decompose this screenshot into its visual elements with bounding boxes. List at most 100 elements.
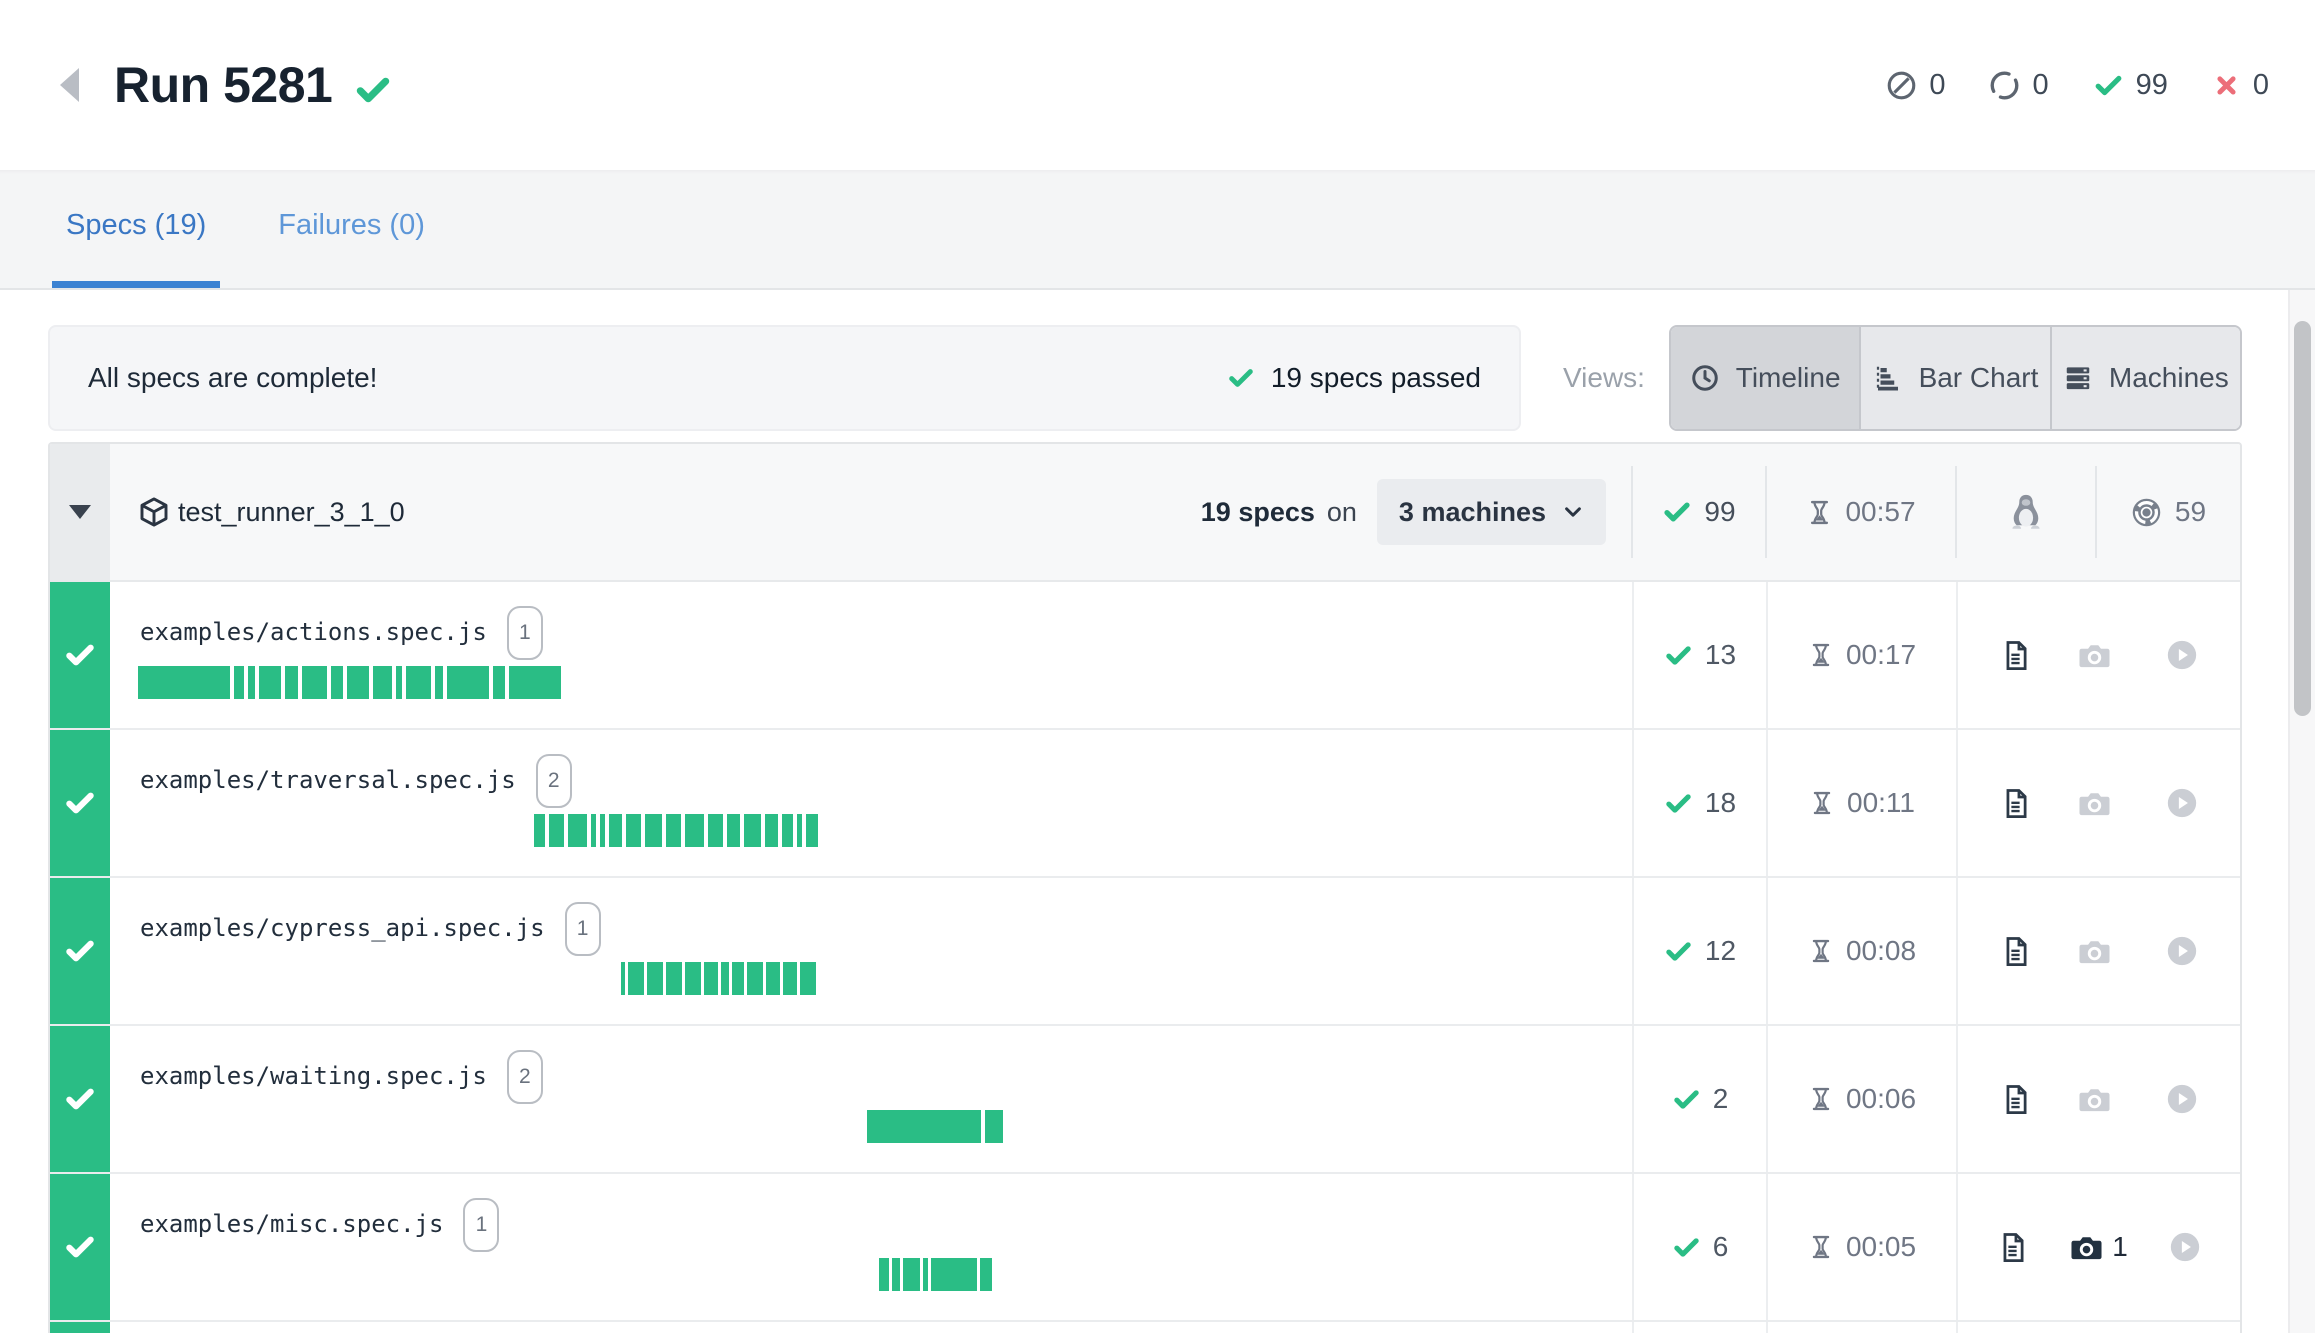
slash-circle-icon (1886, 70, 1917, 101)
screenshots-camera-icon[interactable] (2077, 934, 2120, 969)
run-header: Run 5281 0 0 99 0 (0, 0, 2315, 170)
spec-row-partial (50, 1322, 2240, 1333)
check-icon (1664, 937, 1693, 966)
spec-duration: 00:06 (1846, 1083, 1916, 1115)
hourglass-icon (1808, 938, 1834, 964)
screenshot-count: 1 (2112, 1231, 2128, 1263)
screenshots-camera-icon[interactable]: 1 (2069, 1230, 2128, 1265)
run-passed-check-icon (354, 71, 392, 109)
tab-failures-label: Failures (0) (278, 209, 425, 242)
machines-view-button[interactable]: Machines (2050, 327, 2240, 429)
timeline-view-button[interactable]: Timeline (1671, 327, 1859, 429)
group-name: test_runner_3_1_0 (178, 497, 405, 528)
tab-specs-label: Specs (19) (66, 209, 206, 242)
spec-duration-cell: 00:06 (1766, 1026, 1956, 1172)
spec-passed-gutter (50, 1026, 110, 1172)
video-play-icon[interactable] (2165, 786, 2199, 820)
video-play-icon[interactable] (2168, 1230, 2202, 1264)
spec-artifacts-cell (1956, 878, 2240, 1024)
bar-chart-icon (1873, 363, 1903, 393)
spec-machine-badge: 1 (565, 902, 601, 956)
package-cube-icon (138, 496, 170, 528)
spec-cell: examples/traversal.spec.js 2 (110, 730, 1632, 876)
spec-row[interactable]: examples/misc.spec.js 1 6 00:05 1 (50, 1174, 2240, 1322)
bar-chart-view-label: Bar Chart (1919, 362, 2039, 394)
spec-duration-cell: 00:05 (1766, 1174, 1956, 1320)
spec-timeline-bars (534, 814, 822, 847)
tab-bar: Specs (19) Failures (0) (0, 170, 2315, 290)
specs-table: test_runner_3_1_0 19 specs on 3 machines (48, 442, 2242, 1333)
spec-duration-cell: 00:11 (1766, 730, 1956, 876)
spec-passed-cell: 13 (1632, 582, 1766, 728)
spec-row[interactable]: examples/cypress_api.spec.js 1 12 00:08 (50, 878, 2240, 1026)
stdout-doc-icon[interactable] (1999, 935, 2032, 968)
tab-specs[interactable]: Specs (19) (52, 170, 220, 288)
spec-passed-cell: 2 (1632, 1026, 1766, 1172)
group-passed-count: 99 (1704, 496, 1735, 528)
machines-icon (2063, 363, 2093, 393)
vertical-scrollbar-thumb[interactable] (2294, 321, 2311, 716)
spec-filename: examples/traversal.spec.js (140, 754, 516, 806)
spec-cell: examples/cypress_api.spec.js 1 (110, 878, 1632, 1024)
machines-dropdown[interactable]: 3 machines (1377, 479, 1606, 545)
spec-artifacts-cell (1956, 1026, 2240, 1172)
check-icon (64, 935, 96, 967)
check-icon (1664, 641, 1693, 670)
hourglass-icon (1808, 642, 1834, 668)
back-button[interactable] (60, 68, 86, 102)
spec-machine-badge: 1 (507, 606, 543, 660)
bar-chart-view-button[interactable]: Bar Chart (1859, 327, 2049, 429)
hourglass-icon (1808, 1086, 1834, 1112)
spec-passed-cell: 6 (1632, 1174, 1766, 1320)
video-play-icon[interactable] (2165, 934, 2199, 968)
tab-failures[interactable]: Failures (0) (264, 170, 439, 288)
check-icon (1664, 789, 1693, 818)
spec-artifacts-cell (1956, 730, 2240, 876)
spec-row[interactable]: examples/waiting.spec.js 2 2 00:06 (50, 1026, 2240, 1174)
stdout-doc-icon[interactable] (1996, 1231, 2029, 1264)
screenshots-camera-icon[interactable] (2077, 638, 2120, 673)
spec-machine-badge: 2 (536, 754, 572, 808)
stat-skipped-value: 0 (1929, 69, 1945, 102)
passed-summary-text: 19 specs passed (1271, 362, 1481, 394)
hourglass-icon (1808, 1234, 1834, 1260)
check-icon (1672, 1233, 1701, 1262)
group-specs-count: 19 specs (1201, 497, 1315, 528)
clock-icon (1690, 363, 1720, 393)
screenshots-camera-icon[interactable] (2077, 786, 2120, 821)
spec-cell: examples/waiting.spec.js 2 (110, 1026, 1632, 1172)
stdout-doc-icon[interactable] (1999, 787, 2032, 820)
spec-timeline-bars (879, 1258, 995, 1291)
spec-passed-gutter (50, 878, 110, 1024)
video-play-icon[interactable] (2165, 1082, 2199, 1116)
vertical-scrollbar-track[interactable] (2288, 176, 2315, 1333)
spec-passed-count: 6 (1713, 1231, 1729, 1263)
check-icon (1672, 1085, 1701, 1114)
video-play-icon[interactable] (2165, 638, 2199, 672)
spec-passed-count: 13 (1705, 639, 1736, 671)
spec-passed-cell: 12 (1632, 878, 1766, 1024)
timeline-view-label: Timeline (1736, 362, 1841, 394)
spec-passed-gutter (50, 582, 110, 728)
spec-filename: examples/waiting.spec.js (140, 1050, 487, 1102)
stdout-doc-icon[interactable] (1999, 1083, 2032, 1116)
stat-failed-value: 0 (2253, 69, 2269, 102)
group-collapse-toggle[interactable] (50, 444, 110, 580)
run-stats: 0 0 99 0 (1886, 69, 2269, 102)
spec-row[interactable]: examples/actions.spec.js 1 13 00:17 (50, 582, 2240, 730)
spec-machine-badge: 2 (507, 1050, 543, 1104)
spec-passed-gutter (50, 1322, 110, 1333)
stdout-doc-icon[interactable] (1999, 639, 2032, 672)
check-icon (1662, 497, 1692, 527)
stat-pending: 0 (1989, 69, 2048, 102)
chevron-down-icon (69, 505, 91, 519)
spec-row[interactable]: examples/traversal.spec.js 2 18 00:11 (50, 730, 2240, 878)
machines-dropdown-label: 3 machines (1399, 497, 1546, 528)
x-icon (2212, 71, 2241, 100)
spec-timeline-bars (867, 1110, 1007, 1143)
group-header-row: test_runner_3_1_0 19 specs on 3 machines (50, 444, 2240, 582)
banner-message: All specs are complete! (88, 362, 377, 394)
spec-duration: 00:05 (1846, 1231, 1916, 1263)
screenshots-camera-icon[interactable] (2077, 1082, 2120, 1117)
stat-pending-value: 0 (2032, 69, 2048, 102)
